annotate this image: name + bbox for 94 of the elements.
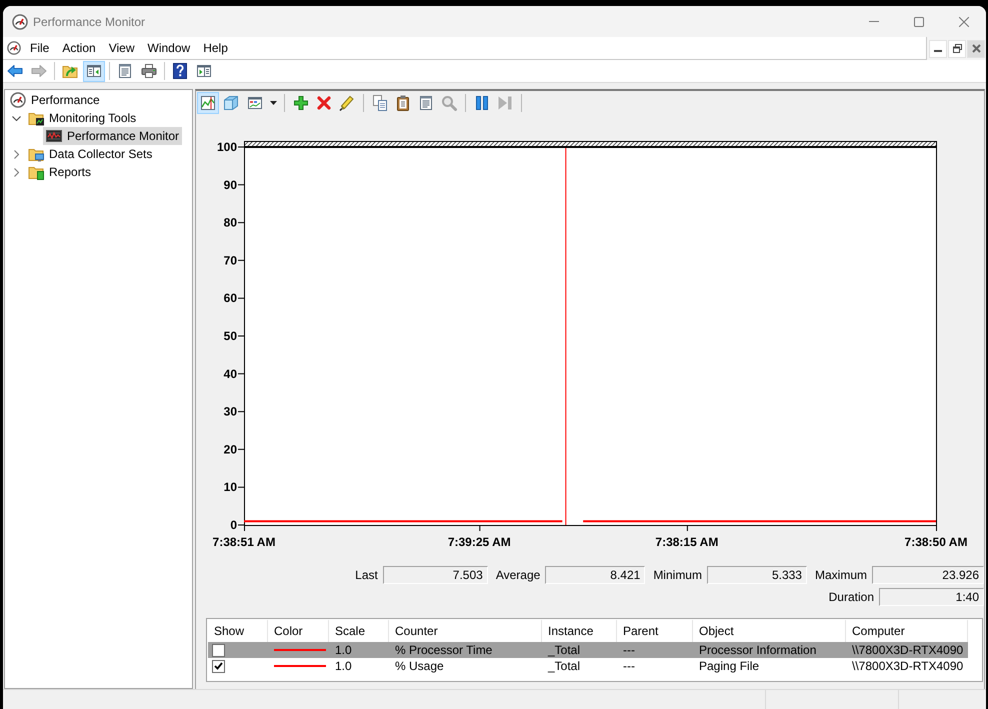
step-forward-icon [497,95,513,111]
x-tick-label: 7:39:25 AM [448,535,511,549]
chevron-down-icon[interactable] [12,116,21,120]
copy-icon [372,95,388,111]
maximize-icon [914,16,924,26]
close-icon [958,16,968,26]
folder-monitor-icon [28,146,44,162]
properties-icon [418,95,434,111]
minimize-icon [934,50,942,52]
show-checkbox[interactable] [212,660,225,672]
stat-label: Maximum [814,568,867,582]
stat-value-field: 8.421 [545,566,646,584]
folder-graph-icon [28,110,44,126]
table-row[interactable]: 1.0 % Processor Time _Total --- Processor Information \\7800X3D-RTX4090 [208,642,968,658]
table-cell-text: --- [622,642,636,658]
gauge-icon[interactable] [12,14,28,30]
pause-icon [474,95,490,111]
back-arrow-icon [7,63,23,79]
close-button[interactable] [967,40,985,58]
y-tick-label: 90 [224,178,237,192]
stat-value-field: 7.503 [382,566,488,584]
window-pane-icon [196,63,212,79]
table-row[interactable]: 1.0 % Usage _Total --- Paging File \\7800X3D-RTX4090 [208,658,968,674]
help-icon [172,63,188,79]
magnifier-icon [441,95,457,111]
tree-item[interactable]: Data Collector Sets [25,145,156,163]
view-graph-button[interactable] [197,92,219,114]
stat-value-field: 1:40 [879,588,984,606]
clipboard-icon [395,95,411,111]
delete-icon [316,95,332,111]
table-cell-text: % Processor Time [394,642,494,658]
y-tick-label: 60 [224,291,237,306]
stat-label: Last [355,568,378,582]
chevron-right-icon[interactable] [14,168,19,176]
table-cell-text: 1.0 [334,642,353,658]
minimize-icon [868,21,878,22]
line-chart-icon [200,95,216,111]
y-tick-label: 10 [224,480,237,494]
table-cell-text: Processor Information [698,642,818,658]
menu-item[interactable]: View [102,38,142,58]
gauge-icon[interactable] [7,41,21,55]
gauge-icon [10,92,26,108]
table-cell-text: _Total [546,658,582,674]
folder-arrow-icon [62,63,78,79]
marker-pen-icon [339,95,355,111]
stat-value-field: 23.926 [872,566,984,584]
chevron-right-icon[interactable] [14,150,19,158]
tree-item[interactable]: Monitoring Tools [25,109,140,127]
stat-value-field: 5.333 [706,566,807,584]
menu-item[interactable]: File [24,38,56,58]
y-tick-label: 70 [224,253,237,268]
tree-item[interactable]: Performance Monitor [43,127,182,145]
menu-item[interactable]: Help [197,38,235,58]
x-tick-label: 7:38:51 AM [212,535,276,549]
y-tick-label: 80 [224,216,237,230]
table-cell-text: Paging File [698,658,760,674]
y-tick-label: 40 [224,366,237,381]
line-graph-icon [46,128,62,144]
y-tick-label: 20 [224,442,237,456]
table-cell-text: --- [622,658,636,674]
restore-icon [952,44,962,53]
stat-label: Average [496,568,540,582]
table-cell-text: \\7800X3D-RTX4090 [851,642,964,658]
properties-icon [117,63,133,79]
y-tick-label: 50 [224,329,237,343]
minimize-button[interactable] [929,40,947,58]
restore-button[interactable] [948,40,966,58]
window-pane-icon [86,63,102,79]
y-tick-label: 0 [230,518,237,532]
close-icon [972,44,980,53]
tree-item[interactable]: Performance [7,91,103,109]
tree-item[interactable]: Reports [25,163,94,181]
table-cell-text: % Usage [394,658,445,674]
show-checkbox[interactable] [212,644,225,656]
x-tick-label: 7:38:50 AM [904,535,968,549]
menu-item[interactable]: Action [56,38,103,58]
folder-document-icon [28,164,44,180]
x-tick-label: 7:38:15 AM [655,535,718,549]
cube-icon [223,95,239,111]
window-title: Performance Monitor [33,14,146,28]
stat-label: Duration [828,590,874,604]
y-tick-label: 100 [216,140,237,154]
y-tick-label: 30 [224,404,237,419]
plus-icon [293,95,309,111]
show-hide-tree-button[interactable] [83,60,105,82]
table-cell-text: _Total [546,642,582,658]
caret-icon [270,101,277,105]
report-icon [247,95,263,111]
printer-icon [141,63,157,79]
menu-item[interactable]: Window [142,38,198,58]
forward-arrow-icon [31,63,47,79]
table-cell-text: \\7800X3D-RTX4090 [851,658,964,674]
table-cell-text: 1.0 [334,658,353,674]
stat-label: Minimum [653,568,702,582]
